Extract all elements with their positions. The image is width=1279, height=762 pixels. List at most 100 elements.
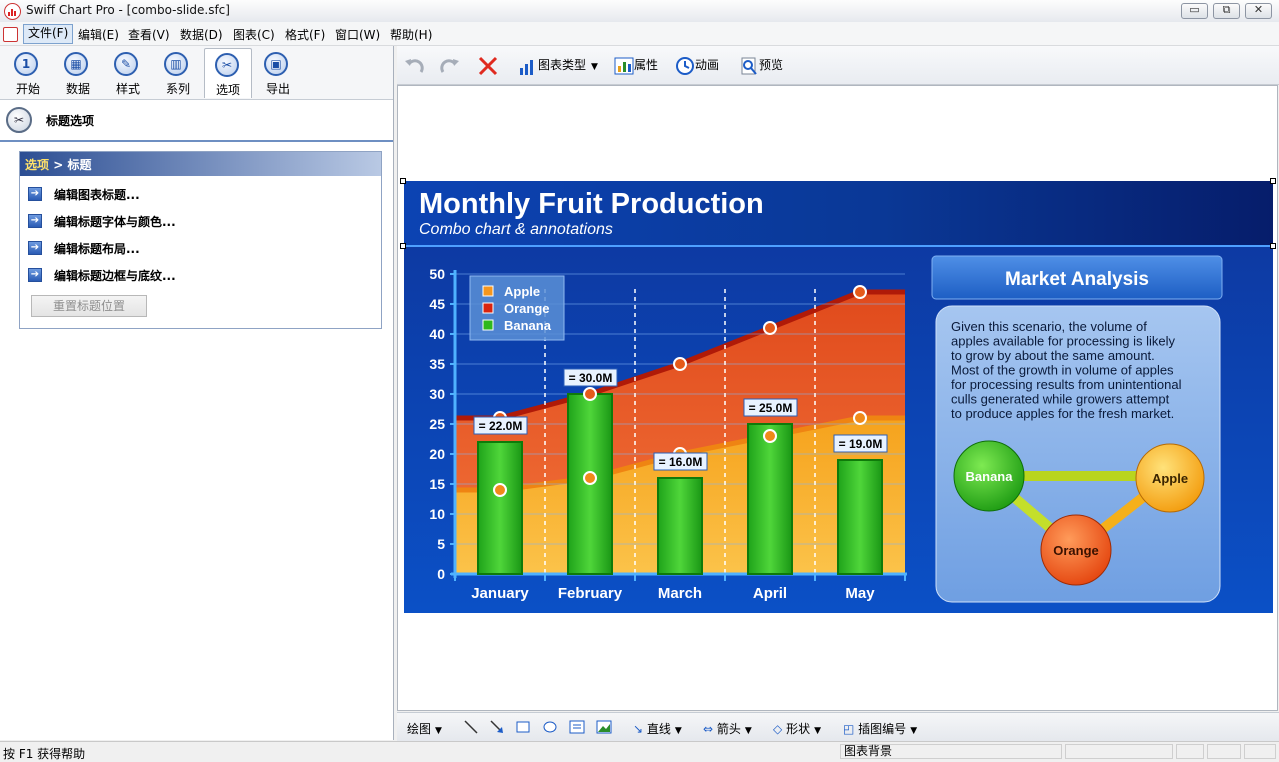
breadcrumb-separator: > bbox=[49, 158, 68, 172]
status-cell bbox=[1065, 744, 1173, 759]
menu-edit[interactable]: 编辑(E) bbox=[78, 26, 119, 43]
apple-marker[interactable] bbox=[583, 471, 597, 485]
edit-title-layout-link[interactable]: ➔ 编辑标题布局... bbox=[28, 238, 368, 258]
selection-handle[interactable] bbox=[1270, 243, 1276, 249]
banana-bar[interactable] bbox=[837, 459, 883, 575]
x-tick-label: May bbox=[845, 585, 875, 602]
tab-style[interactable]: ✎ 样式 bbox=[106, 48, 150, 98]
orange-marker[interactable] bbox=[583, 387, 597, 401]
tab-options[interactable]: ✂ 选项 bbox=[204, 48, 252, 98]
y-tick-label: 10 bbox=[429, 506, 445, 522]
animation-clock-icon bbox=[676, 56, 694, 75]
picture-tool-icon[interactable] bbox=[596, 719, 612, 735]
combo-chart[interactable]: 0 5 10 15 20 25 30 35 40 45 50 January February March… bbox=[404, 181, 1273, 613]
task-pane-toolbar: 1 开始 ▦ 数据 ✎ 样式 ▥ 系列 ✂ 选项 ▣ 导出 bbox=[0, 46, 393, 100]
textbox-tool-icon[interactable] bbox=[569, 719, 585, 735]
close-button[interactable]: ✕ bbox=[1245, 3, 1272, 19]
minimize-button[interactable]: ▭ bbox=[1181, 3, 1208, 19]
banana-bar[interactable] bbox=[657, 477, 703, 575]
arrow-right-icon: ➔ bbox=[28, 241, 42, 255]
analysis-title[interactable]: Market Analysis bbox=[1005, 269, 1149, 290]
menu-format[interactable]: 格式(F) bbox=[285, 26, 325, 43]
title-bar: Swiff Chart Pro - [combo-slide.sfc] ▭ ⧉ … bbox=[0, 0, 1279, 23]
status-context: 图表背景 bbox=[840, 744, 1062, 759]
menu-file[interactable]: 文件(F) bbox=[23, 24, 74, 44]
node-label: Banana bbox=[966, 469, 1014, 484]
legend-label[interactable]: Apple bbox=[504, 284, 540, 299]
shape-menu-button[interactable]: ◇ 形状 ▼ bbox=[773, 720, 821, 737]
chart-slide[interactable]: Monthly Fruit Production Combo chart & a… bbox=[404, 181, 1273, 613]
x-tick-label: January bbox=[471, 585, 529, 602]
chevron-down-icon: ▼ bbox=[814, 726, 821, 736]
analysis-text-line: to grow by about the same amount. bbox=[951, 348, 1155, 363]
series-bars-icon: ▥ bbox=[164, 52, 188, 76]
chevron-down-icon: ▼ bbox=[674, 726, 682, 736]
analysis-text-line: culls generated while growers attempt bbox=[951, 392, 1170, 407]
apple-marker[interactable] bbox=[493, 483, 507, 497]
legend-label[interactable]: Orange bbox=[504, 301, 550, 316]
chart-type-button[interactable]: 图表类型 ▼ bbox=[518, 56, 598, 76]
y-tick-label: 50 bbox=[429, 266, 445, 282]
breadcrumb-leaf: 标题 bbox=[67, 158, 92, 172]
insert-number-label: 插图编号 bbox=[858, 722, 907, 736]
arrow-tool-icon[interactable] bbox=[489, 719, 505, 735]
properties-button[interactable]: 属性 bbox=[614, 56, 658, 76]
breadcrumb-root[interactable]: 选项 bbox=[25, 158, 49, 172]
preview-label: 预览 bbox=[759, 58, 784, 72]
orange-marker[interactable] bbox=[853, 285, 867, 299]
style-brush-icon: ✎ bbox=[114, 52, 138, 76]
selection-handle[interactable] bbox=[400, 178, 406, 184]
chevron-down-icon: ▼ bbox=[910, 726, 918, 736]
chevron-down-icon: ▼ bbox=[591, 62, 598, 72]
data-grid-icon: ▦ bbox=[64, 52, 88, 76]
line-menu-button[interactable]: ↘ 直线 ▼ bbox=[633, 720, 682, 737]
orange-marker[interactable] bbox=[673, 357, 687, 371]
arrow-menu-button[interactable]: ⇔ 箭头 ▼ bbox=[703, 720, 752, 737]
banana-bar[interactable] bbox=[747, 423, 793, 575]
undo-icon[interactable] bbox=[403, 55, 427, 77]
selection-handle[interactable] bbox=[1270, 178, 1276, 184]
menu-window[interactable]: 窗口(W) bbox=[335, 26, 380, 43]
orange-marker[interactable] bbox=[763, 321, 777, 335]
y-tick-label: 45 bbox=[429, 296, 445, 312]
preview-button[interactable]: 预览 bbox=[739, 56, 783, 76]
tab-series[interactable]: ▥ 系列 bbox=[156, 48, 200, 98]
tab-label: 数据 bbox=[65, 82, 90, 96]
menu-data[interactable]: 数据(D) bbox=[180, 26, 223, 43]
tab-export[interactable]: ▣ 导出 bbox=[256, 48, 300, 98]
redo-icon[interactable] bbox=[437, 55, 461, 77]
analysis-text[interactable]: Given this scenario, the volume ofapples… bbox=[951, 319, 1182, 421]
analysis-text-line: for processing results from unintentiona… bbox=[951, 377, 1182, 392]
options-box: 选项 > 标题 ➔ 编辑图表标题... ➔ 编辑标题字体与颜色... ➔ 编辑标… bbox=[19, 151, 382, 329]
app-logo-icon[interactable] bbox=[4, 3, 21, 20]
ellipse-tool-icon[interactable] bbox=[542, 719, 558, 735]
apple-marker[interactable] bbox=[763, 429, 777, 443]
y-tick-label: 30 bbox=[429, 386, 445, 402]
reset-title-position-button[interactable]: 重置标题位置 bbox=[31, 295, 147, 317]
restore-button[interactable]: ⧉ bbox=[1213, 3, 1240, 19]
legend-swatch bbox=[482, 319, 494, 331]
rectangle-tool-icon[interactable] bbox=[515, 719, 531, 735]
menu-chart[interactable]: 图表(C) bbox=[233, 26, 275, 43]
edit-title-font-link[interactable]: ➔ 编辑标题字体与颜色... bbox=[28, 211, 368, 231]
properties-label: 属性 bbox=[634, 58, 659, 72]
edit-title-border-link[interactable]: ➔ 编辑标题边框与底纹... bbox=[28, 265, 368, 285]
tab-data[interactable]: ▦ 数据 bbox=[56, 48, 100, 98]
menu-bar: 文件(F) 编辑(E) 查看(V) 数据(D) 图表(C) 格式(F) 窗口(W… bbox=[0, 22, 1279, 46]
draw-menu-button[interactable]: 绘图 ▼ bbox=[407, 720, 442, 737]
delete-icon[interactable] bbox=[477, 55, 499, 77]
animation-button[interactable]: 动画 bbox=[675, 56, 719, 76]
banana-bar[interactable] bbox=[477, 441, 523, 575]
menu-view[interactable]: 查看(V) bbox=[128, 26, 170, 43]
menu-help[interactable]: 帮助(H) bbox=[390, 26, 432, 43]
data-label: = 25.0M bbox=[749, 401, 793, 415]
callout-menu-button[interactable]: ◰ 插图编号 ▼ bbox=[843, 720, 917, 737]
legend-label[interactable]: Banana bbox=[504, 318, 552, 333]
line-tool-icon[interactable] bbox=[463, 719, 479, 735]
document-icon[interactable] bbox=[3, 27, 18, 42]
tab-start[interactable]: 1 开始 bbox=[6, 48, 50, 98]
tab-label: 样式 bbox=[115, 82, 140, 96]
edit-chart-title-link[interactable]: ➔ 编辑图表标题... bbox=[28, 184, 368, 204]
apple-marker[interactable] bbox=[853, 411, 867, 425]
selection-handle[interactable] bbox=[400, 243, 406, 249]
